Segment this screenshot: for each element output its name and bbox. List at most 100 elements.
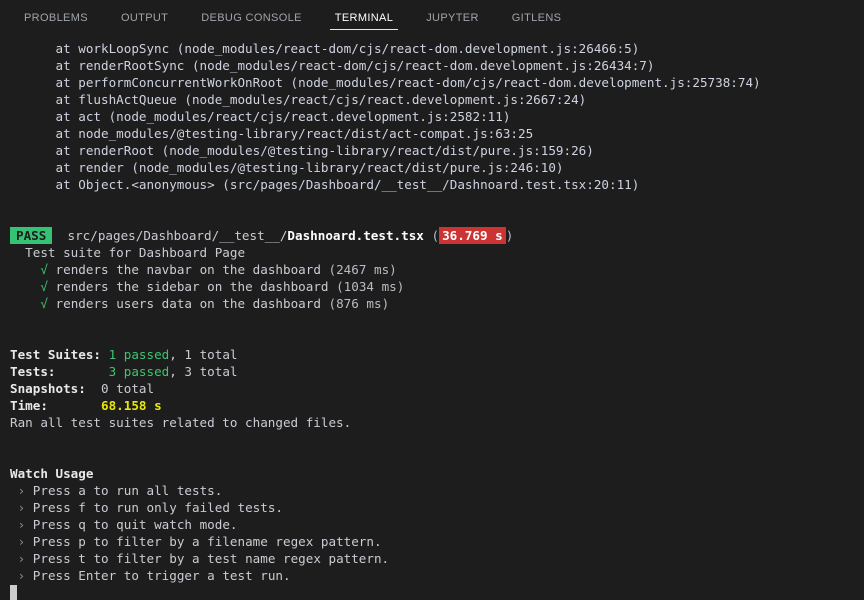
- summary-tests-label: Tests:: [10, 364, 56, 379]
- tab-debug-console[interactable]: DEBUG CONSOLE: [191, 0, 312, 35]
- test-case-row: √ renders the navbar on the dashboard (2…: [0, 261, 864, 278]
- test-case-name: [48, 296, 56, 311]
- tab-problems-label: PROBLEMS: [24, 11, 88, 24]
- watch-usage-item[interactable]: › Press p to filter by a filename regex …: [0, 533, 864, 550]
- test-file-path: src/pages/Dashboard/__test__/: [67, 228, 288, 243]
- test-case-label: renders users data on the dashboard: [55, 296, 321, 311]
- test-case-duration: (876 ms): [328, 296, 390, 311]
- check-icon: √: [40, 262, 48, 277]
- stack-trace-line: at act (node_modules/react/cjs/react.dev…: [10, 109, 511, 124]
- check-icon: √: [40, 279, 48, 294]
- stack-trace-line: at workLoopSync (node_modules/react-dom/…: [10, 41, 640, 56]
- watch-usage-item[interactable]: › Press Enter to trigger a test run.: [0, 567, 864, 584]
- test-suite-title: Test suite for Dashboard Page: [10, 245, 246, 260]
- tab-terminal[interactable]: TERMINAL: [325, 0, 403, 35]
- test-case-duration: (1034 ms): [336, 279, 405, 294]
- summary-snapshots-label: Snapshots:: [10, 381, 86, 396]
- summary-tests-passed: 3 passed: [108, 364, 170, 379]
- summary-ran-note: Ran all test suites related to changed f…: [10, 415, 352, 430]
- stack-trace-line: at node_modules/@testing-library/react/d…: [10, 126, 534, 141]
- tab-problems[interactable]: PROBLEMS: [14, 0, 98, 35]
- tab-terminal-label: TERMINAL: [334, 11, 394, 24]
- summary-time: Time: 68.158 s: [0, 397, 864, 414]
- tab-gitlens[interactable]: GITLENS: [502, 0, 572, 35]
- tab-gitlens-label: GITLENS: [511, 11, 562, 24]
- watch-usage-item-label: Press p to filter by a filename regex pa…: [32, 534, 382, 549]
- status-badge: PASS: [10, 227, 53, 244]
- stack-trace-line: at renderRootSync (node_modules/react-do…: [10, 58, 655, 73]
- summary-test-suites-label: Test Suites:: [10, 347, 101, 362]
- tab-output-label: OUTPUT: [120, 11, 169, 24]
- test-file-name: Dashnoard.test.tsx: [287, 228, 424, 243]
- summary-test-suites-total: , 1 total: [169, 347, 238, 362]
- summary-test-suites-passed: 1 passed: [108, 347, 170, 362]
- panel-tab-bar: PROBLEMS OUTPUT DEBUG CONSOLE TERMINAL J…: [0, 0, 864, 35]
- stack-trace-line: at Object.<anonymous> (src/pages/Dashboa…: [10, 177, 640, 192]
- watch-usage-item[interactable]: › Press f to run only failed tests.: [0, 499, 864, 516]
- watch-usage-item[interactable]: › Press t to filter by a test name regex…: [0, 550, 864, 567]
- stack-trace-line: at performConcurrentWorkOnRoot (node_mod…: [10, 75, 761, 90]
- summary-time-value: 68.158 s: [101, 398, 162, 413]
- summary-test-suites: Test Suites: 1 passed, 1 total: [0, 346, 864, 363]
- summary-tests-total: , 3 total: [169, 364, 238, 379]
- watch-usage-item[interactable]: › Press q to quit watch mode.: [0, 516, 864, 533]
- summary-snapshots-value: 0 total: [101, 381, 155, 396]
- test-result-header: PASS src/pages/Dashboard/__test__/Dashno…: [0, 227, 864, 244]
- test-case-row: √ renders the sidebar on the dashboard (…: [0, 278, 864, 295]
- summary-tests: Tests: 3 passed, 3 total: [0, 363, 864, 380]
- terminal-output[interactable]: at workLoopSync (node_modules/react-dom/…: [0, 35, 864, 600]
- check-icon: √: [40, 296, 48, 311]
- test-case-label: renders the sidebar on the dashboard: [55, 279, 329, 294]
- terminal-cursor-line: [0, 584, 864, 600]
- watch-usage-item-label: Press f to run only failed tests.: [32, 500, 283, 515]
- test-case-row: √ renders users data on the dashboard (8…: [0, 295, 864, 312]
- watch-usage-item-label: Press a to run all tests.: [32, 483, 223, 498]
- watch-usage-item[interactable]: › Press a to run all tests.: [0, 482, 864, 499]
- test-case-name: [48, 262, 56, 277]
- test-case-label: renders the navbar on the dashboard: [55, 262, 321, 277]
- summary-time-label: Time:: [10, 398, 48, 413]
- watch-usage-item-label: Press t to filter by a test name regex p…: [32, 551, 390, 566]
- tab-jupyter-label: JUPYTER: [426, 11, 479, 24]
- summary-snapshots: Snapshots: 0 total: [0, 380, 864, 397]
- watch-usage-title: Watch Usage: [10, 466, 94, 481]
- paren-close: ): [505, 228, 514, 243]
- watch-usage-item-label: Press Enter to trigger a test run.: [32, 568, 291, 583]
- spacer-text: [52, 228, 67, 243]
- stack-trace-line: at flushActQueue (node_modules/react/cjs…: [10, 92, 587, 107]
- stack-trace-line: at renderRoot (node_modules/@testing-lib…: [10, 143, 594, 158]
- test-case-duration: (2467 ms): [328, 262, 397, 277]
- duration-badge: 36.769 s: [439, 227, 506, 244]
- terminal-cursor: [10, 585, 17, 600]
- tab-jupyter[interactable]: JUPYTER: [416, 0, 489, 35]
- tab-output[interactable]: OUTPUT: [111, 0, 178, 35]
- stack-trace-line: at render (node_modules/@testing-library…: [10, 160, 564, 175]
